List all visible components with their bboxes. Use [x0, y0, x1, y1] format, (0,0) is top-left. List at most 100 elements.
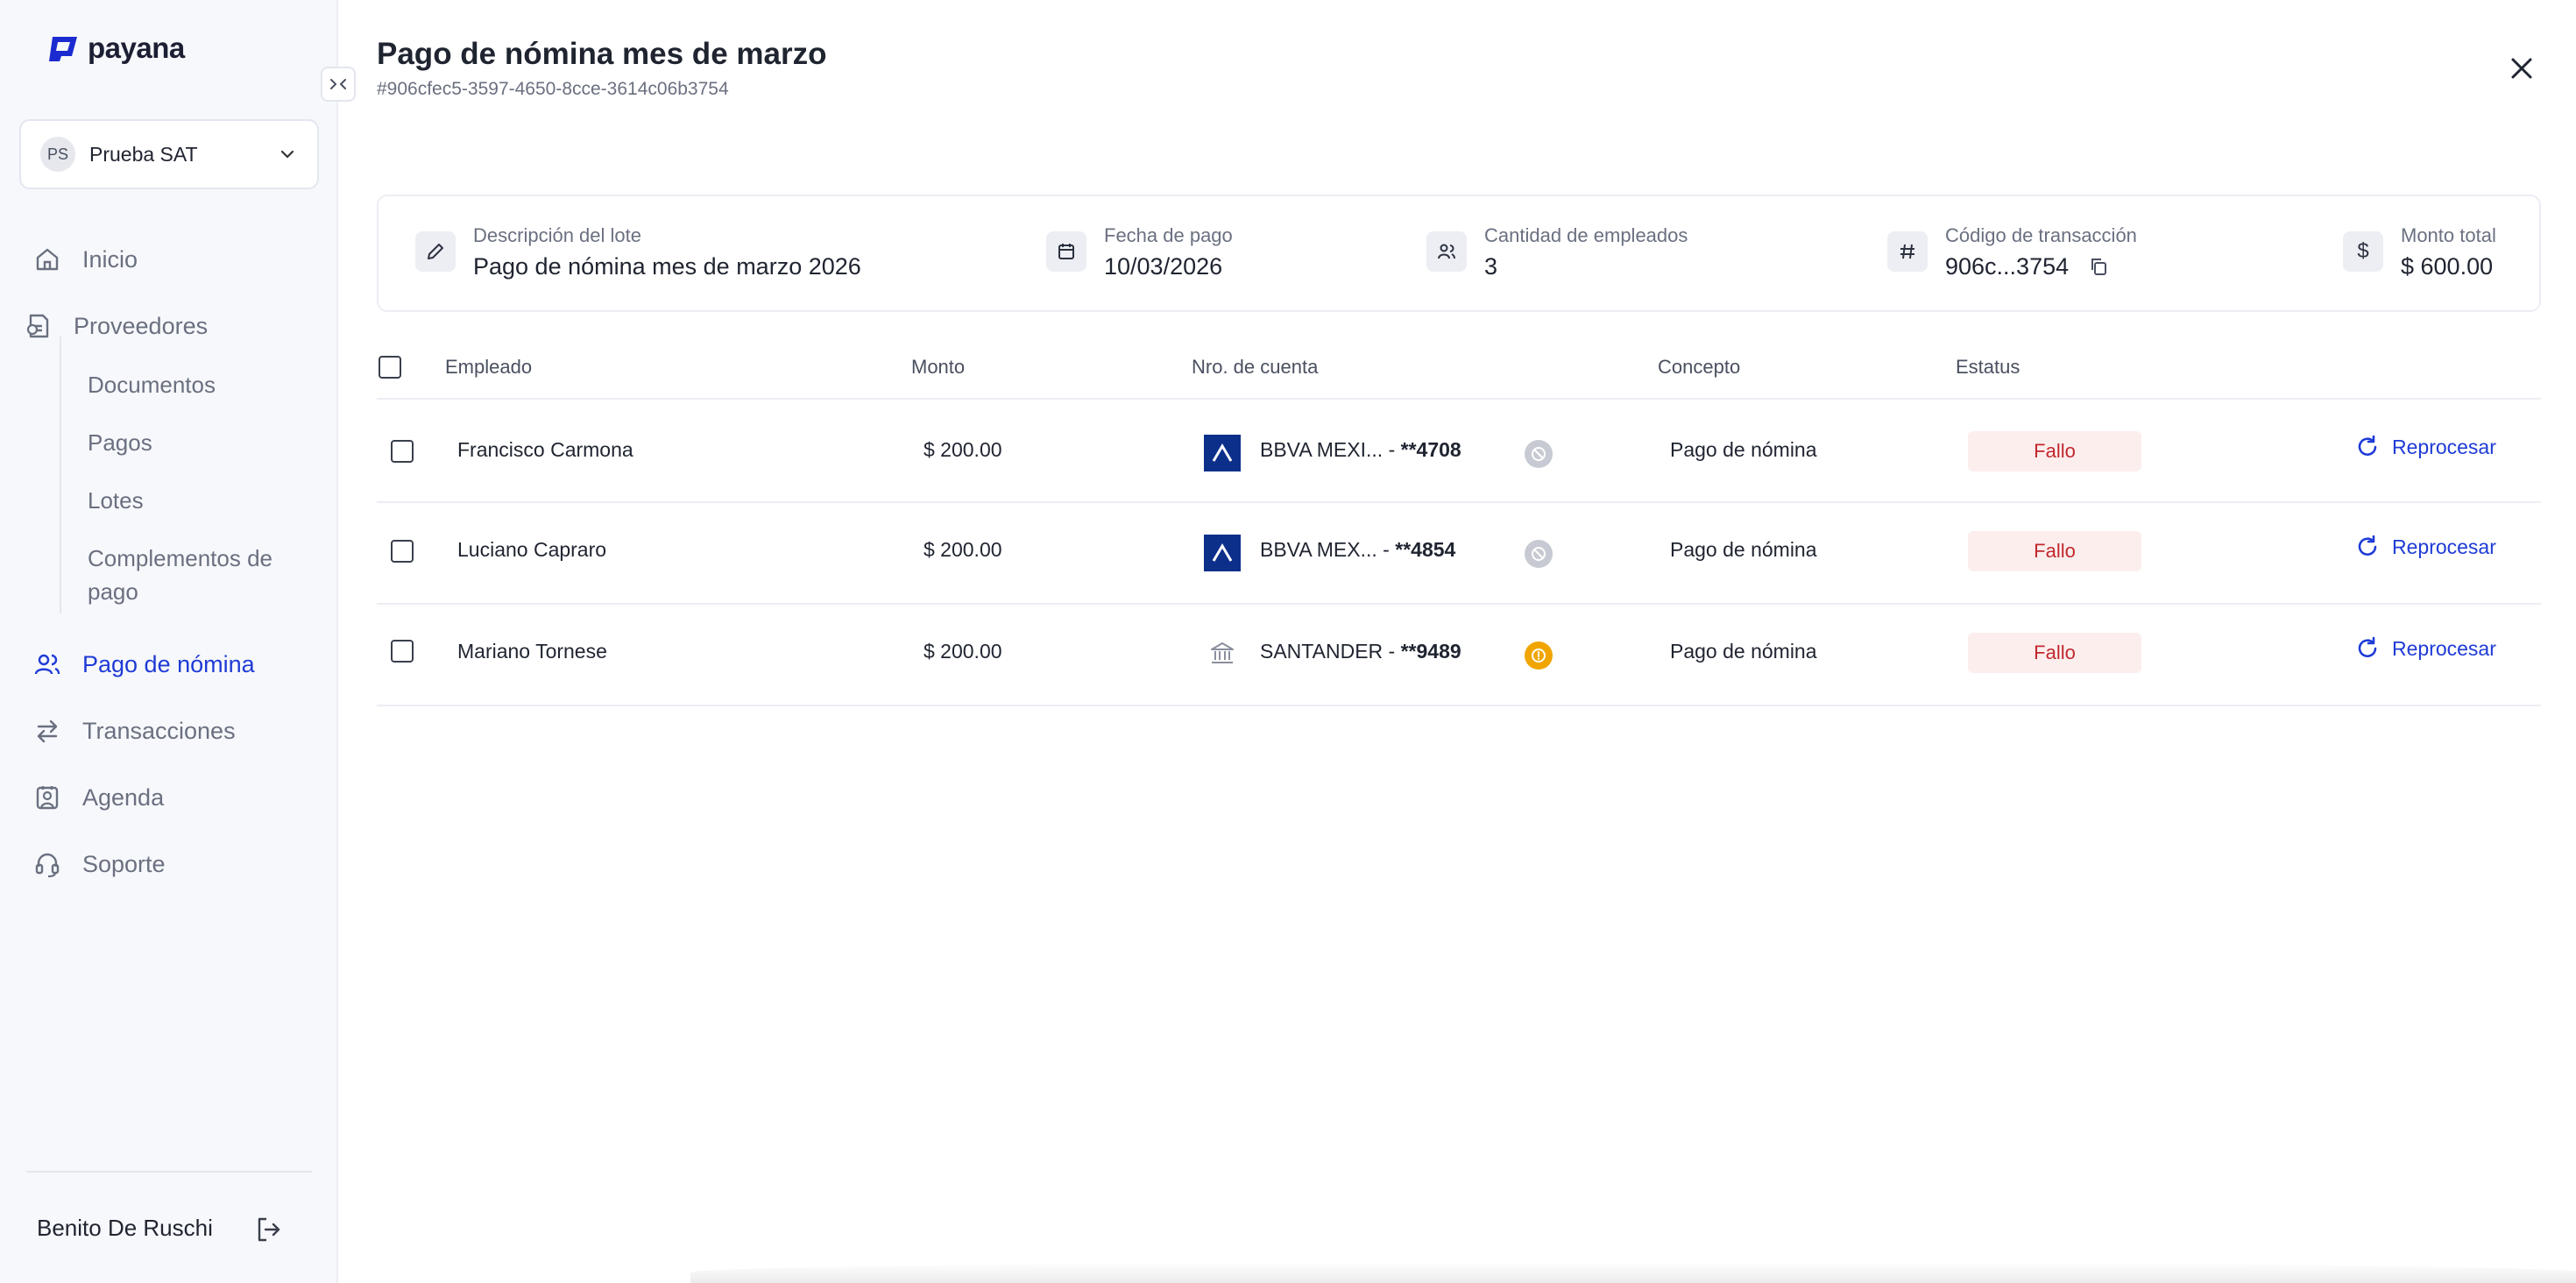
bbva-logo-icon [1204, 435, 1241, 471]
blocked-icon [1525, 440, 1553, 468]
reprocess-label: Reprocesar [2392, 435, 2496, 458]
collapse-sidebar-button[interactable] [321, 67, 356, 102]
row-checkbox[interactable] [391, 440, 414, 463]
company-selector[interactable]: PS Prueba SAT [19, 119, 319, 189]
summary-code-value: 906c...3754 [1945, 253, 2070, 280]
table-row[interactable]: Mariano Tornese $ 200.00 SANTANDER - **9… [377, 605, 2541, 706]
column-header-estatus[interactable]: Estatus [1956, 356, 2020, 379]
bank-name: BBVA MEX... [1260, 538, 1377, 561]
summary-code-label: Código de transacción [1945, 224, 2137, 246]
table-row[interactable]: Francisco Carmona $ 200.00 BBVA MEXI... … [377, 401, 2541, 503]
headset-icon [33, 850, 61, 878]
summary-description-value: Pago de nómina mes de marzo 2026 [473, 253, 861, 280]
logout-icon[interactable] [254, 1215, 284, 1244]
concept: Pago de nómina [1670, 438, 1817, 461]
sidebar: payana PS Prueba SAT Inicio Proveedores … [0, 0, 338, 1283]
sidebar-subitem-lotes[interactable]: Lotes [88, 484, 144, 517]
sidebar-item-pago-nomina[interactable]: Pago de nómina [33, 650, 255, 678]
account-number: SANTANDER - **9489 [1260, 640, 1461, 663]
batch-id: #906cfec5-3597-4650-8cce-3614c06b3754 [377, 79, 729, 99]
account-digits: **4708 [1400, 438, 1461, 461]
sidebar-item-inicio[interactable]: Inicio [33, 245, 138, 273]
status-badge: Fallo [1968, 633, 2141, 673]
status-badge: Fallo [1968, 431, 2141, 471]
users-icon [1426, 231, 1467, 272]
hash-icon [1887, 231, 1928, 272]
summary-employees: Cantidad de empleados 3 [1426, 223, 1688, 284]
sidebar-item-label: Soporte [82, 850, 166, 877]
reprocess-label: Reprocesar [2392, 636, 2496, 660]
payana-logo[interactable]: payana [46, 32, 185, 65]
sidebar-item-transacciones[interactable]: Transacciones [33, 717, 236, 745]
concept: Pago de nómina [1670, 538, 1817, 561]
close-icon[interactable] [2506, 53, 2537, 84]
blocked-icon [1525, 540, 1553, 568]
summary-description: Descripción del lote Pago de nómina mes … [415, 223, 861, 284]
refresh-icon [2358, 535, 2377, 556]
row-checkbox[interactable] [391, 540, 414, 563]
sidebar-subitem-pagos[interactable]: Pagos [88, 426, 152, 459]
sidebar-item-label: Proveedores [74, 312, 209, 339]
account-number: BBVA MEXI... - **4708 [1260, 438, 1461, 461]
summary-employees-value: 3 [1484, 253, 1498, 280]
summary-date-label: Fecha de pago [1104, 224, 1233, 246]
table-row[interactable]: Luciano Capraro $ 200.00 BBVA MEX... - *… [377, 503, 2541, 605]
payana-logo-icon [49, 37, 77, 61]
sidebar-item-agenda[interactable]: Agenda [33, 783, 164, 812]
bank-name: BBVA MEXI... [1260, 438, 1384, 461]
amount: $ 200.00 [924, 640, 1002, 663]
summary-employees-label: Cantidad de empleados [1484, 224, 1688, 246]
amount: $ 200.00 [924, 538, 1002, 561]
summary-transaction-code: Código de transacción 906c...3754 [1887, 223, 2137, 284]
summary-date: Fecha de pago 10/03/2026 [1046, 223, 1233, 284]
arrows-icon [33, 717, 61, 745]
summary-code-row: 906c...3754 [1945, 249, 2137, 284]
amount: $ 200.00 [924, 438, 1002, 461]
bank-name: SANTANDER [1260, 640, 1384, 663]
reprocess-button[interactable]: Reprocesar [2355, 636, 2496, 661]
summary-total: $ Monto total $ 600.00 [2343, 223, 2496, 284]
sidebar-item-proveedores[interactable]: Proveedores [25, 312, 208, 340]
invoice-icon [25, 312, 53, 340]
pencil-icon [415, 231, 456, 272]
column-header-monto[interactable]: Monto [911, 356, 965, 379]
table-header: Empleado Monto Nro. de cuenta Concepto E… [377, 338, 2541, 400]
company-name: Prueba SAT [89, 142, 198, 166]
summary-total-value: $ 600.00 [2401, 253, 2494, 280]
copy-icon[interactable] [2088, 256, 2109, 277]
warning-icon [1525, 642, 1553, 670]
account-number: BBVA MEX... - **4854 [1260, 538, 1456, 561]
bbva-logo-icon [1204, 535, 1241, 571]
sidebar-subitem-complementos[interactable]: Complementos de pago [88, 542, 298, 608]
user-name: Benito De Ruschi [37, 1215, 213, 1241]
logo-text: payana [88, 32, 185, 64]
calendar-icon [1046, 231, 1086, 272]
users-icon [33, 650, 61, 678]
chevron-down-icon [280, 150, 294, 159]
employee-name: Luciano Capraro [457, 538, 607, 561]
refresh-icon [2358, 636, 2377, 657]
column-header-concepto[interactable]: Concepto [1658, 356, 1740, 379]
main-panel: Pago de nómina mes de marzo #906cfec5-35… [340, 0, 2576, 1283]
reprocess-button[interactable]: Reprocesar [2355, 535, 2496, 559]
account-digits: **4854 [1395, 538, 1456, 561]
reprocess-button[interactable]: Reprocesar [2355, 435, 2496, 459]
bank-building-icon [1204, 636, 1241, 670]
home-icon [33, 245, 61, 273]
status-badge: Fallo [1968, 531, 2141, 571]
submenu-line [60, 337, 61, 613]
sidebar-item-label: Agenda [82, 783, 165, 811]
row-checkbox[interactable] [391, 640, 414, 663]
page-title: Pago de nómina mes de marzo [377, 37, 827, 71]
sidebar-item-soporte[interactable]: Soporte [33, 850, 166, 878]
select-all-checkbox[interactable] [379, 356, 401, 379]
bottom-shadow [690, 1262, 2576, 1283]
sidebar-subitem-documentos[interactable]: Documentos [88, 368, 216, 401]
sidebar-item-label: Pago de nómina [82, 650, 255, 677]
column-header-empleado[interactable]: Empleado [445, 356, 532, 379]
sidebar-item-label: Transacciones [82, 717, 236, 744]
column-header-cuenta[interactable]: Nro. de cuenta [1192, 356, 1318, 379]
sidebar-item-label: Inicio [82, 245, 138, 273]
employee-name: Mariano Tornese [457, 640, 607, 663]
account-digits: **9489 [1400, 640, 1461, 663]
